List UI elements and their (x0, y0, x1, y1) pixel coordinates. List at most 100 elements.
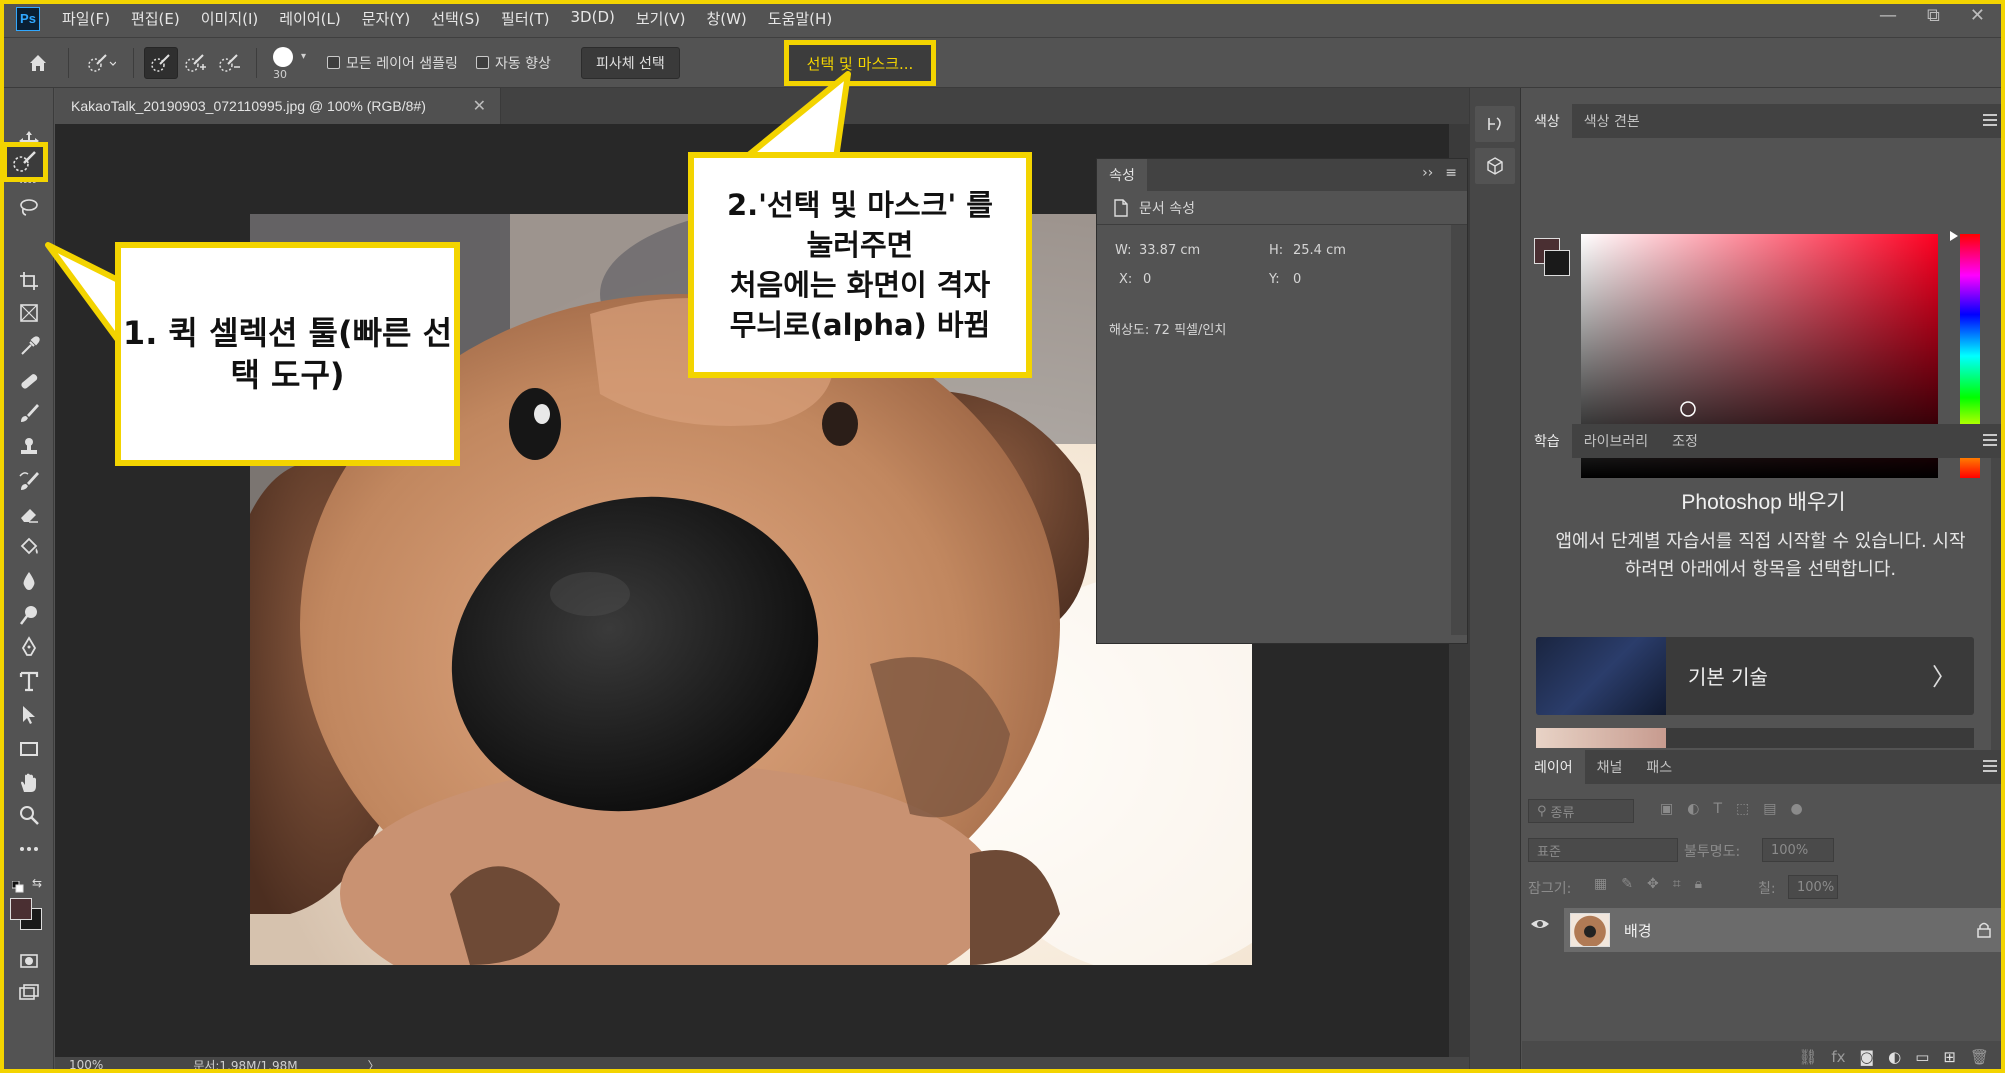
history-brush-icon[interactable] (14, 466, 44, 496)
menu-item[interactable]: 3D(D) (571, 8, 615, 29)
quick-mask-icon[interactable] (14, 946, 44, 976)
panel-menu-icon[interactable]: ≡ (1445, 165, 1457, 181)
menu-item[interactable]: 필터(T) (501, 8, 549, 29)
sample-all-layers-checkbox[interactable]: 모든 레이어 샘플링 (327, 53, 458, 73)
menu-item[interactable]: 레이어(L) (279, 8, 340, 29)
tab-adjustments[interactable]: 조정 (1660, 424, 1710, 458)
menu-item[interactable]: 문자(Y) (362, 8, 410, 29)
checkbox-box[interactable] (475, 56, 489, 69)
menu-item[interactable]: 보기(V) (636, 8, 686, 29)
close-tab-icon[interactable]: ✕ (473, 96, 486, 116)
select-and-mask-button[interactable]: 선택 및 마스크... (784, 40, 936, 86)
minimize-button[interactable]: — (1879, 5, 1897, 26)
rectangle-tool-icon[interactable] (14, 734, 44, 764)
3d-panel-icon[interactable] (1475, 148, 1515, 184)
default-colors-icon[interactable] (11, 878, 24, 893)
tab-channels[interactable]: 채널 (1585, 750, 1635, 784)
lock-transparent-icon[interactable]: ▦ (1594, 876, 1607, 892)
select-subject-button[interactable]: 피사체 선택 (580, 46, 680, 79)
restore-button[interactable]: ⧉ (1927, 5, 1940, 26)
lock-pixels-icon[interactable]: ✎ (1621, 876, 1633, 892)
opacity-input[interactable]: 100% (1762, 838, 1834, 862)
tab-learn[interactable]: 학습 (1522, 424, 1572, 458)
background-color-swatch[interactable] (1544, 250, 1570, 276)
delete-layer-icon[interactable]: 🗑︎ (1970, 1048, 1989, 1066)
blur-tool-icon[interactable] (14, 566, 44, 596)
menu-item[interactable]: 편집(E) (131, 8, 180, 29)
frame-tool-icon[interactable] (14, 298, 44, 328)
zoom-tool-icon[interactable] (14, 800, 44, 830)
panel-menu-icon[interactable] (1983, 760, 1997, 772)
menu-item[interactable]: 도움말(H) (768, 8, 832, 29)
tab-layers[interactable]: 레이어 (1522, 750, 1585, 784)
tab-color[interactable]: 색상 (1522, 104, 1572, 138)
new-group-icon[interactable]: ▭ (1915, 1048, 1929, 1066)
properties-scrollbar[interactable] (1451, 225, 1467, 635)
hue-slider-handle[interactable] (1950, 231, 1958, 241)
tool-preset-picker-icon[interactable] (79, 49, 123, 77)
tutorial-card[interactable] (1536, 728, 1974, 748)
tab-swatches[interactable]: 색상 견본 (1572, 104, 1652, 138)
lasso-tool-icon[interactable] (14, 192, 44, 222)
type-tool-icon[interactable] (14, 666, 44, 696)
subtract-from-selection-brush-icon[interactable] (212, 47, 246, 79)
new-layer-icon[interactable]: ⊞ (1943, 1048, 1956, 1066)
shape-filter-icon[interactable]: ⬚ (1736, 801, 1749, 817)
layer-style-icon[interactable]: fx (1831, 1048, 1845, 1066)
new-selection-brush-icon[interactable] (144, 46, 178, 79)
auto-enhance-checkbox[interactable]: 자동 향상 (475, 53, 551, 73)
zoom-level[interactable]: 100% (69, 1058, 103, 1072)
path-selection-icon[interactable] (14, 700, 44, 730)
healing-brush-icon[interactable] (14, 366, 44, 396)
eyedropper-tool-icon[interactable] (14, 332, 44, 362)
eraser-tool-icon[interactable] (14, 500, 44, 530)
tutorial-card-basics[interactable]: 기본 기술 〉 (1536, 637, 1974, 715)
smart-object-filter-icon[interactable]: ▤ (1763, 801, 1776, 817)
layer-lock-icon[interactable] (1977, 922, 1991, 938)
adjustment-layer-icon[interactable]: ◐ (1888, 1048, 1901, 1066)
collapse-panel-icon[interactable]: ›› (1422, 165, 1433, 181)
home-icon[interactable] (24, 49, 52, 77)
tab-properties[interactable]: 속성 (1097, 159, 1147, 191)
layer-row-background[interactable]: 배경 (1564, 908, 2005, 952)
brush-tool-icon[interactable] (14, 398, 44, 428)
hand-tool-icon[interactable] (14, 768, 44, 798)
clone-stamp-icon[interactable] (14, 432, 44, 462)
link-layers-icon[interactable]: ⛓︎ (1798, 1048, 1817, 1066)
fill-input[interactable]: 100% (1788, 875, 1838, 899)
dodge-tool-icon[interactable] (14, 600, 44, 630)
crop-tool-icon[interactable] (14, 266, 44, 296)
history-panel-icon[interactable] (1475, 106, 1515, 142)
lock-all-icon[interactable]: 🔒︎ (1695, 876, 1702, 892)
pixel-filter-icon[interactable]: ▣ (1660, 801, 1673, 817)
learn-scrollbar[interactable] (1991, 458, 2005, 754)
document-tab[interactable]: KakaoTalk_20190903_072110995.jpg @ 100% … (55, 88, 501, 124)
tab-libraries[interactable]: 라이브러리 (1572, 424, 1660, 458)
pen-tool-icon[interactable] (14, 632, 44, 662)
swap-colors-icon[interactable]: ⇆ (32, 876, 42, 890)
quick-selection-tool-icon[interactable] (2, 142, 48, 182)
lock-position-icon[interactable]: ✥ (1647, 876, 1659, 892)
blend-mode-select[interactable]: 표준 (1528, 838, 1678, 862)
type-filter-icon[interactable]: T (1713, 801, 1722, 817)
brush-size-picker[interactable]: 30 ▾ (267, 43, 317, 83)
lock-artboard-icon[interactable]: ⌗ (1673, 876, 1681, 892)
more-tools-icon[interactable] (14, 834, 44, 864)
panel-menu-icon[interactable] (1983, 434, 1997, 446)
checkbox-box[interactable] (327, 56, 340, 69)
status-menu-icon[interactable]: 〉 (368, 1057, 380, 1073)
layer-visibility-eye-icon[interactable] (1530, 914, 1550, 934)
filter-toggle-icon[interactable]: ● (1790, 801, 1802, 817)
tab-paths[interactable]: 패스 (1634, 750, 1684, 784)
add-to-selection-brush-icon[interactable] (178, 47, 212, 79)
adjustment-filter-icon[interactable]: ◐ (1687, 801, 1699, 817)
menu-item[interactable]: 파일(F) (62, 8, 110, 29)
panel-menu-icon[interactable] (1983, 114, 1997, 126)
menu-item[interactable]: 선택(S) (431, 8, 480, 29)
foreground-color-swatch[interactable] (10, 898, 32, 920)
add-mask-icon[interactable]: ◙ (1860, 1048, 1875, 1066)
paint-bucket-icon[interactable] (14, 532, 44, 562)
screen-mode-icon[interactable] (14, 978, 44, 1008)
menu-item[interactable]: 이미지(I) (201, 8, 259, 29)
layer-filter-select[interactable]: ⚲ 종류 (1528, 799, 1634, 823)
